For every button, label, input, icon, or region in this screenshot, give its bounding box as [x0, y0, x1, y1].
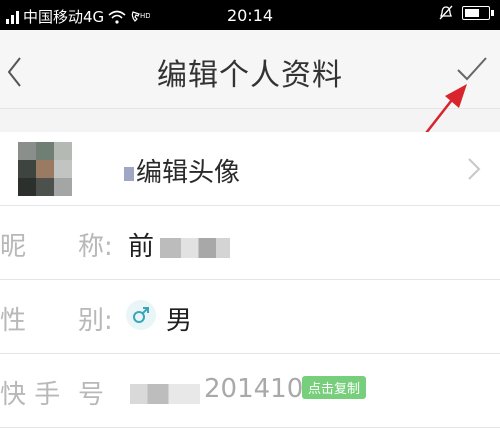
chevron-right-icon	[468, 158, 481, 180]
avatar-row[interactable]: 编辑头像	[0, 132, 500, 206]
nav-bar: 编辑个人资料	[0, 30, 500, 109]
nickname-value: 前	[128, 226, 231, 263]
status-bar: 中国移动4G HD 20:14	[0, 0, 500, 30]
profile-list: 编辑头像 昵 称: 前 性 别: 男 快 手 号 201410 点击复制	[0, 132, 500, 428]
nickname-row[interactable]: 昵 称: 前	[0, 206, 500, 280]
page-title: 编辑个人资料	[157, 58, 343, 93]
battery-icon	[462, 6, 494, 20]
kuaishou-id-row: 快 手 号 201410 点击复制	[0, 354, 500, 428]
gender-value: 男	[166, 306, 193, 336]
gender-row[interactable]: 性 别: 男	[0, 280, 500, 354]
status-time: 20:14	[226, 6, 274, 25]
check-icon[interactable]	[452, 44, 492, 90]
avatar	[18, 142, 72, 196]
status-right	[438, 5, 494, 21]
edit-avatar-label: 编辑头像	[124, 152, 240, 189]
copy-button[interactable]: 点击复制	[302, 376, 367, 399]
kuaishou-id-mosaic	[130, 384, 200, 404]
alarm-icon	[439, 5, 453, 20]
male-icon	[126, 300, 156, 330]
